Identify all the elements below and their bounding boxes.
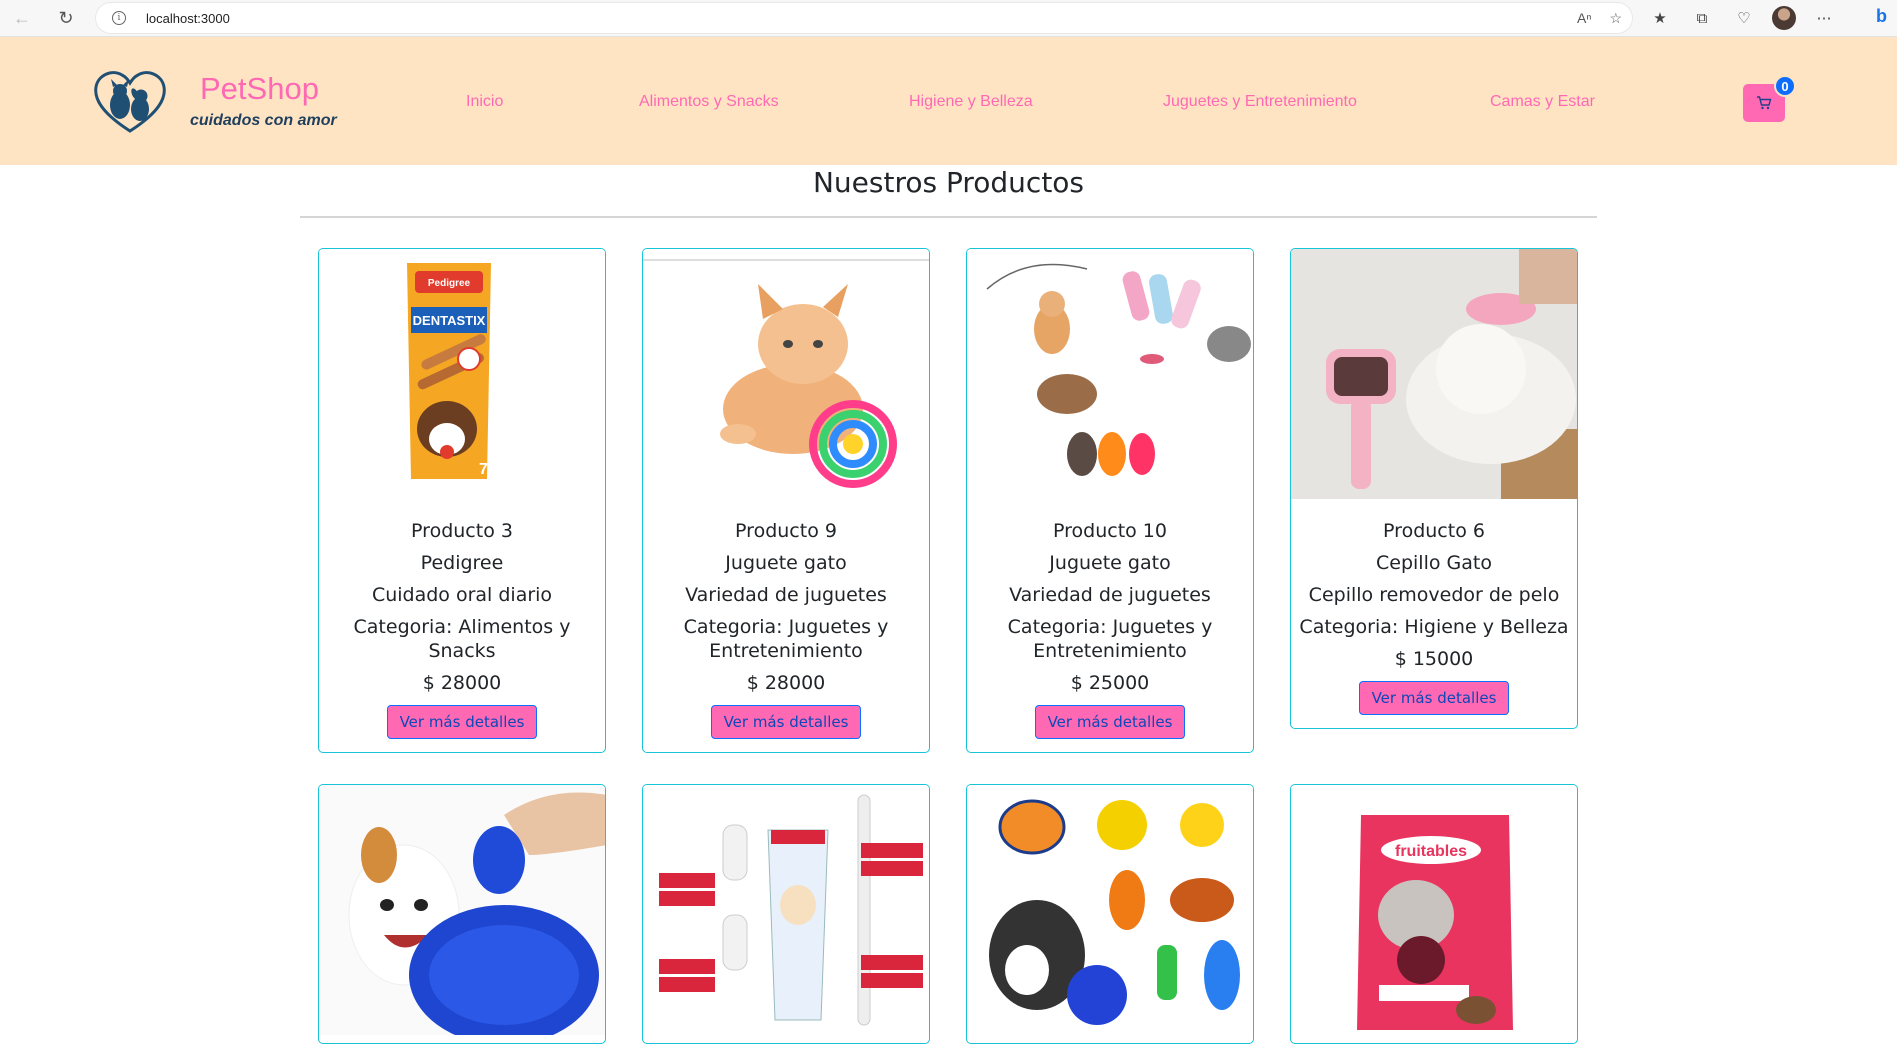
product-image-toothpaste[interactable] (643, 785, 929, 1035)
product-category: Categoria: Higiene y Belleza (1299, 616, 1569, 638)
product-image-cat-brush[interactable] (1291, 249, 1577, 499)
product-name: Cepillo Gato (1376, 552, 1492, 574)
product-image-dog-toys[interactable] (967, 785, 1253, 1035)
info-icon[interactable]: i (112, 11, 126, 25)
product-category: Categoria: Alimentos y Snacks (353, 616, 571, 662)
svg-text:DENTASTIX: DENTASTIX (413, 313, 486, 328)
product-card: Producto 9 Juguete gato Variedad de jugu… (642, 248, 930, 753)
product-description: Variedad de juguetes (1009, 584, 1211, 606)
product-description: Cuidado oral diario (371, 584, 553, 606)
product-card: Producto 6 Cepillo Gato Cepillo removedo… (1290, 248, 1578, 729)
product-image-grooming-glove[interactable] (319, 785, 605, 1035)
product-card: Producto 10 Juguete gato Variedad de jug… (966, 248, 1254, 753)
product-image-treats-bag[interactable]: fruitables (1291, 785, 1577, 1035)
product-price: $ 28000 (422, 672, 502, 694)
product-image-dentastix[interactable]: Pedigree DENTASTIX 7 (319, 249, 605, 499)
favorites-icon[interactable]: ★ (1646, 4, 1674, 32)
details-button[interactable]: Ver más detalles (710, 705, 862, 739)
back-arrow-icon[interactable]: ← (8, 4, 36, 32)
product-price: $ 15000 (1394, 648, 1474, 670)
site-header: PetShop cuidados con amor Inicio Aliment… (0, 37, 1897, 165)
details-button[interactable]: Ver más detalles (1358, 681, 1510, 715)
profile-avatar[interactable] (1772, 6, 1796, 30)
product-card: Pedigree DENTASTIX 7 Producto 3 Pedigree… (318, 248, 606, 753)
product-card (966, 784, 1254, 1044)
nav-link-juguetes[interactable]: Juguetes y Entretenimiento (1163, 93, 1357, 111)
product-card (318, 784, 606, 1044)
cart-count-badge: 0 (1774, 75, 1796, 97)
nav-link-higiene[interactable]: Higiene y Belleza (909, 93, 1033, 111)
product-id: Producto 6 (1383, 520, 1485, 542)
svg-text:Pedigree: Pedigree (428, 278, 471, 289)
product-price: $ 25000 (1070, 672, 1150, 694)
svg-text:7: 7 (479, 461, 488, 478)
product-id: Producto 3 (411, 520, 513, 542)
browser-essentials-icon[interactable]: ♡ (1730, 4, 1758, 32)
product-name: Juguete gato (1049, 552, 1171, 574)
url-text: localhost:3000 (146, 10, 230, 26)
address-bar[interactable]: i localhost:3000 Aⁿ ☆ (96, 3, 1632, 33)
divider (300, 216, 1597, 218)
reload-icon[interactable]: ↻ (52, 4, 80, 32)
product-image-cat-toys[interactable] (967, 249, 1253, 499)
favorite-star-icon[interactable]: ☆ (1609, 10, 1622, 27)
page-title: Nuestros Productos (812, 166, 1085, 199)
browser-toolbar: ← ↻ i localhost:3000 Aⁿ ☆ ★ ⧉ ♡ ⋯ b (0, 0, 1897, 37)
product-category: Categoria: Juguetes y Entretenimiento (1007, 616, 1213, 662)
details-button[interactable]: Ver más detalles (386, 705, 538, 739)
more-menu-icon[interactable]: ⋯ (1810, 4, 1838, 32)
collections-icon[interactable]: ⧉ (1688, 4, 1716, 32)
nav-link-alimentos[interactable]: Alimentos y Snacks (639, 93, 779, 111)
product-id: Producto 10 (1053, 520, 1167, 542)
cart-icon (1757, 96, 1772, 110)
bing-icon[interactable]: b (1876, 6, 1897, 30)
product-card: fruitables (1290, 784, 1578, 1044)
petshop-logo-icon[interactable] (92, 67, 168, 135)
product-category: Categoria: Juguetes y Entretenimiento (683, 616, 889, 662)
product-name: Juguete gato (725, 552, 847, 574)
product-name: Pedigree (420, 552, 504, 574)
svg-text:fruitables: fruitables (1395, 843, 1467, 860)
brand-name[interactable]: PetShop (200, 71, 319, 107)
product-description: Cepillo removedor de pelo (1308, 584, 1560, 606)
read-aloud-icon[interactable]: Aⁿ (1577, 10, 1591, 26)
brand-tagline: cuidados con amor (190, 112, 337, 129)
product-description: Variedad de juguetes (685, 584, 887, 606)
product-card (642, 784, 930, 1044)
details-button[interactable]: Ver más detalles (1034, 705, 1186, 739)
nav-link-inicio[interactable]: Inicio (466, 93, 503, 111)
product-image-kitten[interactable] (643, 249, 929, 499)
nav-link-camas[interactable]: Camas y Estar (1490, 93, 1595, 111)
product-price: $ 28000 (746, 672, 826, 694)
product-id: Producto 9 (735, 520, 837, 542)
